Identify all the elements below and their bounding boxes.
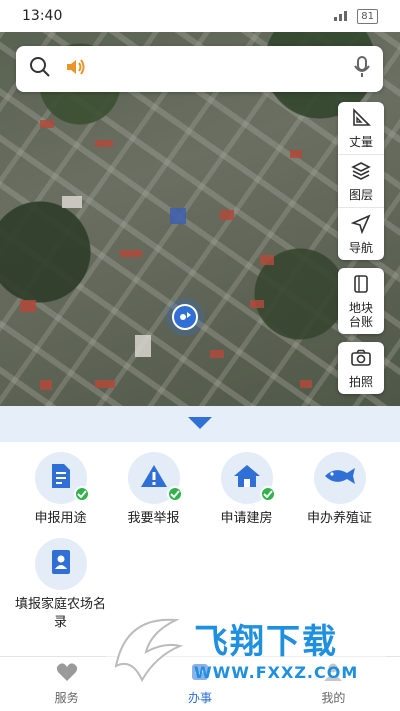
tab-label: 我的 <box>321 691 346 705</box>
watermark-title: 飞翔下载 <box>194 622 338 662</box>
status-time: 13:40 <box>22 8 63 24</box>
map-tools: 丈量 图层 导航 地块 台账 拍照 <box>338 102 384 402</box>
service-label: 我要举报 <box>127 511 180 526</box>
watermark: 飞翔下载 WWW.FXXZ.COM <box>106 606 386 690</box>
service-family-farm-registry[interactable]: 填报家庭农场名录 <box>14 538 107 632</box>
tool-camera[interactable]: 拍照 <box>338 342 384 394</box>
fish-icon <box>323 465 357 491</box>
service-label: 申请建房 <box>220 511 273 526</box>
battery-icon: 81 <box>357 8 378 24</box>
tool-navigate[interactable]: 导航 <box>338 208 384 260</box>
service-declare-use[interactable]: 申报用途 <box>14 452 107 528</box>
tool-navigate-label: 导航 <box>348 241 373 255</box>
check-icon <box>73 486 90 502</box>
search-icon[interactable] <box>28 55 52 83</box>
map-tools-group-3: 拍照 <box>338 342 384 394</box>
tool-camera-label: 拍照 <box>348 375 373 389</box>
map-tools-group-2: 地块 台账 <box>338 268 384 334</box>
collapse-panel-button[interactable] <box>0 406 400 442</box>
signal-icon <box>333 9 351 24</box>
service-label: 填报家庭农场名录 <box>14 597 106 630</box>
watermark-logo-icon <box>106 606 190 690</box>
tab-label: 办事 <box>187 691 212 705</box>
service-label: 申办养殖证 <box>306 511 372 526</box>
speaker-icon[interactable] <box>64 57 86 81</box>
watermark-url: WWW.FXXZ.COM <box>194 663 359 682</box>
contact-book-icon <box>49 548 73 580</box>
navigate-icon <box>350 214 371 238</box>
service-aquaculture-license[interactable]: 申办养殖证 <box>293 452 386 528</box>
service-build-house[interactable]: 申请建房 <box>200 452 293 528</box>
service-report[interactable]: 我要举报 <box>107 452 200 528</box>
ledger-icon <box>351 274 371 298</box>
tool-layers[interactable]: 图层 <box>338 155 384 208</box>
tool-measure-label: 丈量 <box>348 135 373 149</box>
search-bar[interactable] <box>16 46 383 92</box>
house-icon <box>233 463 261 493</box>
microphone-icon[interactable] <box>353 55 371 83</box>
tool-layers-label: 图层 <box>348 188 373 202</box>
document-icon <box>49 462 73 494</box>
ruler-icon <box>351 108 371 132</box>
tab-label: 服务 <box>54 691 79 705</box>
tool-ledger[interactable]: 地块 台账 <box>338 268 384 334</box>
triangle-down-icon <box>187 415 213 434</box>
map-tools-group-1: 丈量 图层 导航 <box>338 102 384 260</box>
camera-icon <box>350 348 372 372</box>
check-icon <box>259 486 276 502</box>
layers-icon <box>351 161 371 185</box>
tool-ledger-label: 地块 台账 <box>348 301 373 329</box>
check-icon <box>166 486 183 502</box>
warning-icon <box>140 463 168 493</box>
service-label: 申报用途 <box>34 511 87 526</box>
heart-icon <box>56 662 78 686</box>
current-location-marker[interactable] <box>172 304 198 330</box>
tool-measure[interactable]: 丈量 <box>338 102 384 155</box>
status-bar: 13:40 81 <box>0 0 400 32</box>
